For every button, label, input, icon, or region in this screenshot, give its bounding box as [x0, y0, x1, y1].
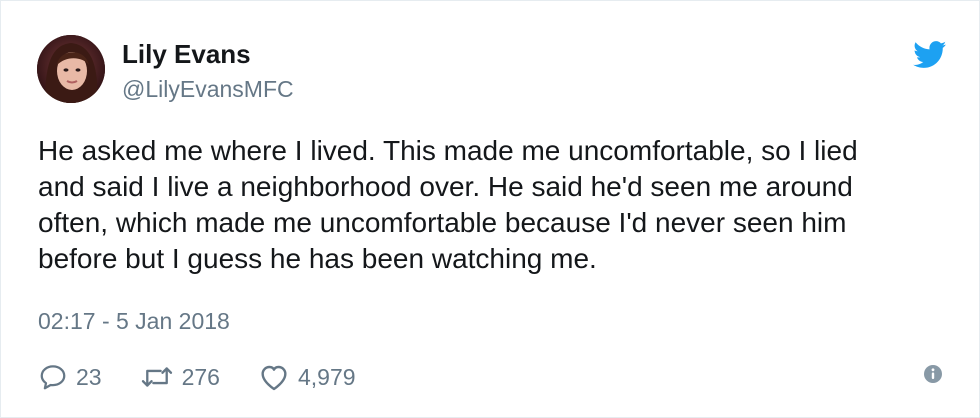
- avatar[interactable]: [37, 35, 105, 103]
- tweet-card: Lily Evans @LilyEvansMFC He asked me whe…: [0, 0, 980, 418]
- reply-icon: [40, 365, 66, 390]
- reply-button[interactable]: 23: [38, 362, 102, 392]
- tweet-timestamp[interactable]: 02:17 - 5 Jan 2018: [38, 306, 230, 336]
- tweet-text: He asked me where I lived. This made me …: [38, 133, 948, 277]
- like-button[interactable]: 4,979: [258, 362, 356, 392]
- info-icon[interactable]: [923, 364, 943, 384]
- tweet-text-line: before but I guess he has been watching …: [38, 243, 597, 274]
- retweet-icon: [141, 367, 172, 387]
- twitter-bird-icon[interactable]: [913, 41, 947, 69]
- retweet-count: 276: [181, 364, 220, 390]
- avatar-photo: [37, 35, 105, 103]
- display-name[interactable]: Lily Evans: [122, 39, 251, 69]
- like-count: 4,979: [297, 364, 356, 390]
- user-handle[interactable]: @LilyEvansMFC: [122, 75, 294, 103]
- tweet-text-line: often, which made me uncomfortable becau…: [38, 207, 847, 238]
- tweet-actions: 23 276 4,979: [38, 357, 394, 397]
- reply-count: 23: [76, 364, 102, 390]
- retweet-button[interactable]: 276: [140, 362, 220, 392]
- tweet-text-line: He asked me where I lived. This made me …: [38, 135, 858, 166]
- tweet-text-line: and said I live a neighborhood over. He …: [38, 171, 853, 202]
- heart-icon: [261, 365, 287, 391]
